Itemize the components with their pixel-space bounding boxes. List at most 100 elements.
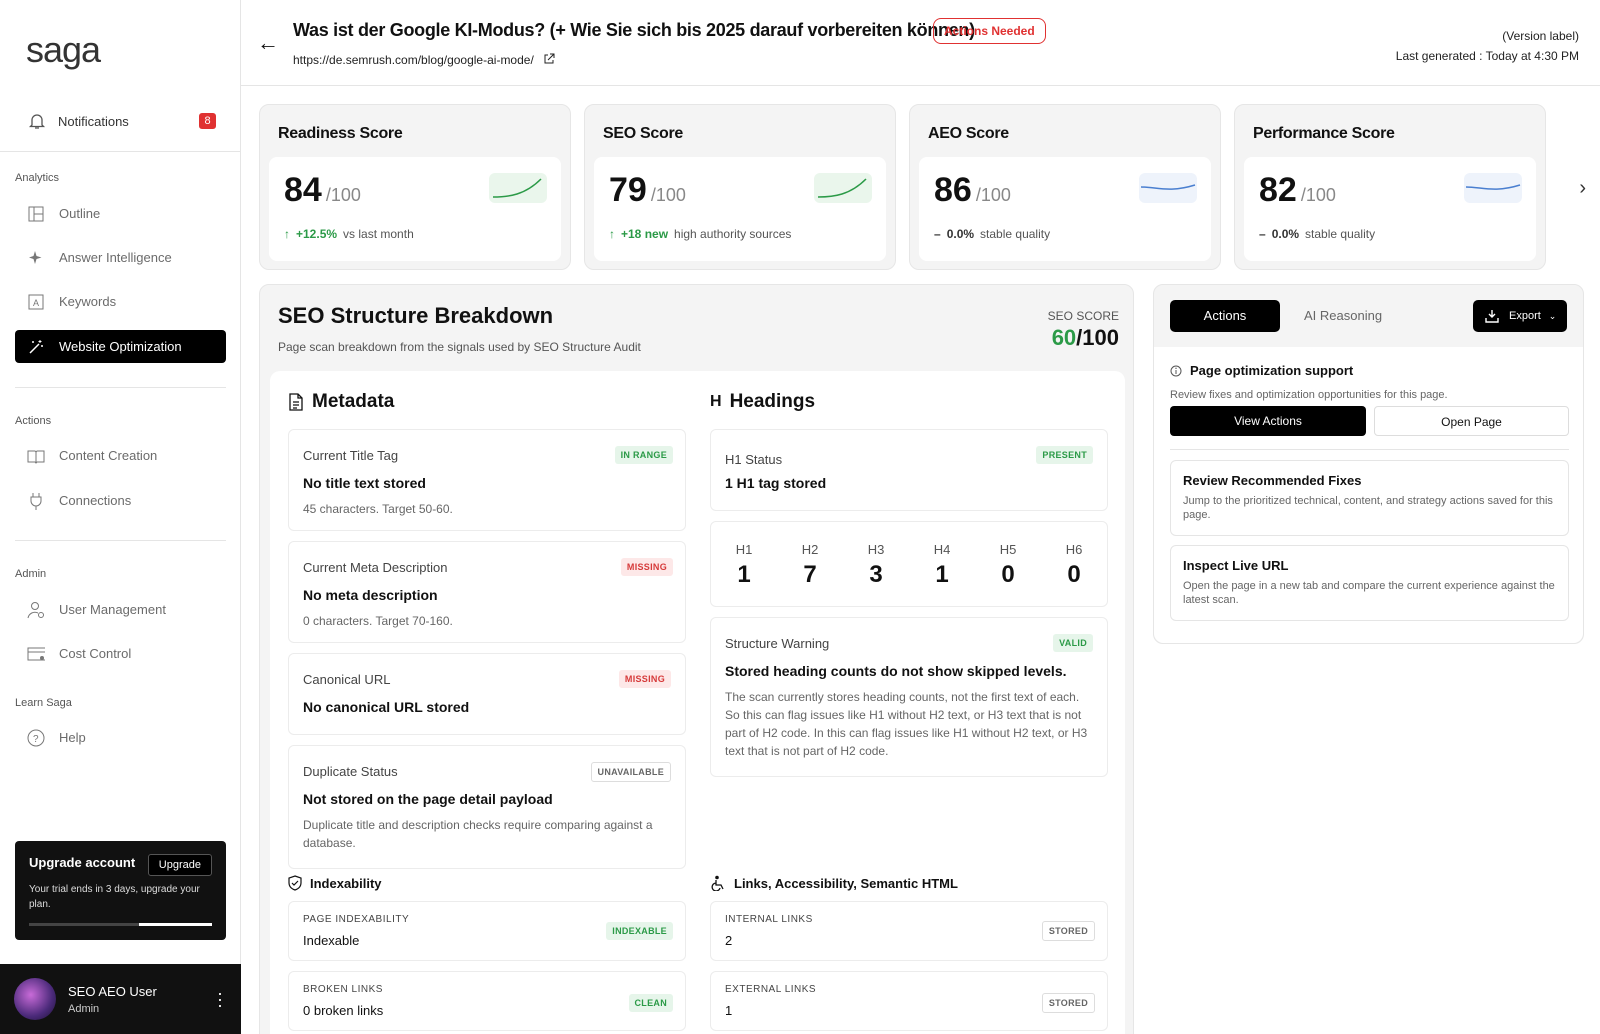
divider bbox=[15, 387, 226, 388]
notifications-button[interactable]: Notifications 8 bbox=[14, 105, 224, 137]
card-value: Stored heading counts do not show skippe… bbox=[725, 663, 1067, 679]
review-fixes-card[interactable]: Review Recommended Fixes Jump to the pri… bbox=[1170, 460, 1569, 536]
sidebar-item-keywords[interactable]: A Keywords bbox=[15, 285, 226, 318]
more-options-icon[interactable]: · · · bbox=[217, 984, 223, 1014]
heading-count: H5 0 bbox=[999, 542, 1017, 588]
sidebar-item-content-creation[interactable]: Content Creation bbox=[15, 439, 226, 472]
section-learn-saga: Learn Saga bbox=[15, 697, 72, 709]
avatar bbox=[14, 978, 56, 1020]
heading-count: H3 3 bbox=[867, 542, 885, 588]
chevron-right-icon[interactable]: › bbox=[1579, 177, 1586, 200]
divider bbox=[1170, 449, 1569, 450]
open-page-button[interactable]: Open Page bbox=[1374, 406, 1569, 436]
info-icon bbox=[1170, 365, 1182, 376]
sidebar-item-outline[interactable]: Outline bbox=[15, 197, 226, 230]
tab-actions[interactable]: Actions bbox=[1170, 300, 1280, 332]
sidebar-item-cost-control[interactable]: Cost Control bbox=[15, 637, 226, 670]
delta-flat-icon: – bbox=[934, 227, 941, 241]
score-max: /100 bbox=[1300, 185, 1336, 205]
card-note: 45 characters. Target 50-60. bbox=[303, 502, 453, 516]
status-badge: INDEXABLE bbox=[606, 922, 673, 940]
card-value: Not stored on the page detail payload bbox=[303, 791, 553, 807]
saga-logo[interactable]: saga bbox=[26, 30, 136, 70]
export-button[interactable]: Export ⌄ bbox=[1473, 300, 1567, 332]
heading-count: H6 0 bbox=[1065, 542, 1083, 588]
status-badge: UNAVAILABLE bbox=[590, 762, 671, 782]
delta-flat-icon: – bbox=[1259, 227, 1266, 241]
card-note: 0 characters. Target 70-160. bbox=[303, 614, 453, 628]
shield-check-icon bbox=[288, 875, 302, 891]
trial-progress-fill bbox=[138, 923, 212, 926]
breakdown-body: Metadata H Headings Current Title Tag No… bbox=[270, 371, 1125, 1034]
tab-ai-reasoning[interactable]: AI Reasoning bbox=[1304, 308, 1382, 323]
score-title: Readiness Score bbox=[278, 125, 403, 142]
card-value: No title text stored bbox=[303, 475, 426, 491]
heading-count: H4 1 bbox=[933, 542, 951, 588]
card-label: Current Meta Description bbox=[303, 560, 448, 575]
divider bbox=[15, 540, 226, 541]
metadata-heading: Metadata bbox=[288, 391, 394, 413]
links-title: Links, Accessibility, Semantic HTML bbox=[734, 875, 958, 891]
score-card-aeo: AEO Score 86/100 –0.0% stable quality bbox=[909, 104, 1221, 270]
links-heading: Links, Accessibility, Semantic HTML bbox=[710, 875, 958, 891]
sparkline-flat-icon bbox=[1464, 173, 1522, 203]
canonical-url-card: Canonical URL No canonical URL stored MI… bbox=[288, 653, 686, 735]
sparkline-flat-icon bbox=[1139, 173, 1197, 203]
card-value: No meta description bbox=[303, 587, 438, 603]
score-note: stable quality bbox=[980, 227, 1051, 241]
h1-status-card: H1 Status 1 H1 tag stored PRESENT bbox=[710, 429, 1108, 511]
structure-warning-card: Structure Warning Stored heading counts … bbox=[710, 617, 1108, 777]
card-title: Inspect Live URL bbox=[1183, 558, 1289, 573]
status-badge: PRESENT bbox=[1036, 446, 1093, 464]
page-title: Was ist der Google KI-Modus? (+ Wie Sie … bbox=[293, 20, 975, 40]
back-arrow-icon[interactable]: ← bbox=[257, 30, 279, 56]
accessibility-icon bbox=[711, 875, 724, 891]
status-badge: MISSING bbox=[620, 558, 673, 576]
download-icon bbox=[1485, 310, 1499, 323]
status-badge: VALID bbox=[1053, 634, 1093, 652]
heading-count: H1 1 bbox=[735, 542, 753, 588]
sidebar-item-user-management[interactable]: User Management bbox=[15, 593, 226, 626]
card-description: Jump to the prioritized technical, conte… bbox=[1183, 495, 1553, 521]
delta-up-arrow-icon: ↑ bbox=[609, 227, 615, 241]
indexability-heading: Indexability bbox=[288, 875, 382, 891]
document-icon bbox=[289, 393, 303, 411]
user-profile[interactable]: SEO AEO User Admin · · · bbox=[0, 964, 241, 1034]
view-actions-button[interactable]: View Actions bbox=[1170, 406, 1366, 436]
brand-text: saga bbox=[26, 30, 102, 70]
page-url-link[interactable]: https://de.semrush.com/blog/google-ai-mo… bbox=[293, 53, 555, 67]
score-title: Performance Score bbox=[1253, 125, 1395, 142]
page-url: https://de.semrush.com/blog/google-ai-mo… bbox=[293, 53, 534, 67]
upgrade-button[interactable]: Upgrade bbox=[147, 854, 212, 876]
notifications-label: Notifications bbox=[58, 113, 129, 129]
card-label: Structure Warning bbox=[725, 636, 830, 651]
card-value: Indexable bbox=[303, 933, 360, 948]
svg-text:A: A bbox=[33, 298, 39, 308]
inspect-live-url-card[interactable]: Inspect Live URL Open the page in a new … bbox=[1170, 545, 1569, 621]
sidebar-item-answer-intelligence[interactable]: Answer Intelligence bbox=[15, 241, 226, 274]
sidebar-item-website-optimization[interactable]: Website Optimization bbox=[15, 330, 226, 363]
sidebar-item-label: Cost Control bbox=[59, 646, 132, 661]
status-badge: STORED bbox=[1041, 921, 1095, 941]
score-delta: +12.5% bbox=[296, 227, 338, 241]
sidebar-item-label: Answer Intelligence bbox=[59, 250, 172, 265]
status-badge: MISSING bbox=[618, 670, 671, 688]
metadata-title: Metadata bbox=[312, 391, 395, 412]
card-label: BROKEN LINKS bbox=[303, 984, 383, 995]
keyword-icon: A bbox=[27, 293, 45, 311]
actions-body: Page optimization support Review fixes a… bbox=[1154, 347, 1583, 643]
card-label: Canonical URL bbox=[303, 672, 391, 687]
sidebar-item-connections[interactable]: Connections bbox=[15, 484, 226, 517]
page-header: ← Was ist der Google KI-Modus? (+ Wie Si… bbox=[241, 0, 1600, 86]
magic-wand-icon bbox=[27, 338, 45, 356]
duplicate-status-card: Duplicate Status Not stored on the page … bbox=[288, 745, 686, 869]
sidebar-item-help[interactable]: ? Help bbox=[15, 721, 226, 754]
divider bbox=[0, 151, 240, 152]
score-delta: 0.0% bbox=[946, 227, 975, 241]
card-note: The scan currently stores heading counts… bbox=[725, 690, 1088, 758]
heading-h-icon: H bbox=[710, 393, 722, 410]
status-badge: CLEAN bbox=[628, 994, 673, 1012]
layout-icon bbox=[27, 205, 45, 223]
upgrade-description: Your trial ends in 3 days, upgrade your … bbox=[29, 884, 200, 910]
user-role: Admin bbox=[68, 1002, 100, 1015]
